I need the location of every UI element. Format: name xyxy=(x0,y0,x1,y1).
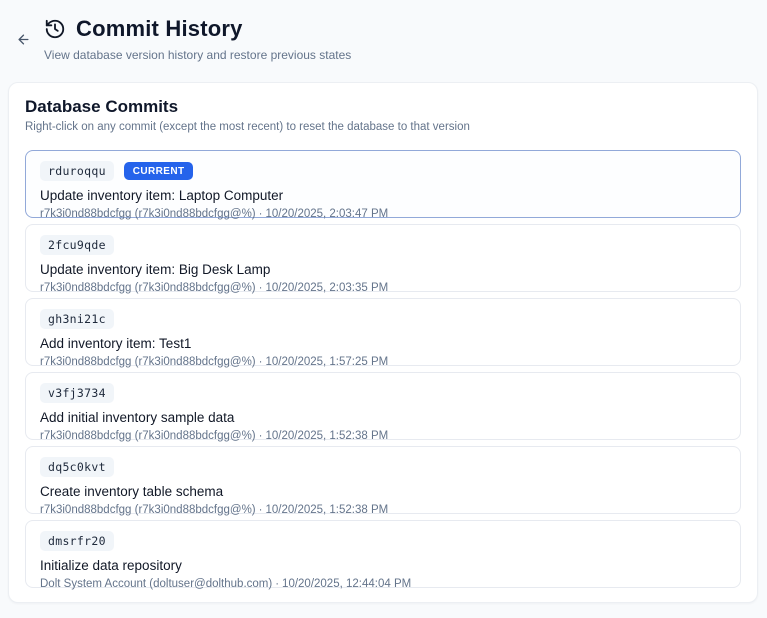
commit-author: r7k3i0nd88bdcfgg (r7k3i0nd88bdcfgg@%) xyxy=(40,208,256,220)
commit-hash: 2fcu9qde xyxy=(40,235,114,255)
commit-author: Dolt System Account (doltuser@dolthub.co… xyxy=(40,578,272,590)
database-commits-panel: Database Commits Right-click on any comm… xyxy=(8,82,758,603)
commit-hash: v3fj3734 xyxy=(40,383,114,403)
commit-timestamp: 10/20/2025, 2:03:35 PM xyxy=(265,282,388,294)
panel-description: Right-click on any commit (except the mo… xyxy=(25,121,741,133)
meta-separator: · xyxy=(259,356,263,368)
commit-timestamp: 10/20/2025, 2:03:47 PM xyxy=(265,208,388,220)
commit-author: r7k3i0nd88bdcfgg (r7k3i0nd88bdcfgg@%) xyxy=(40,430,256,442)
commit-hash-row: 2fcu9qde xyxy=(40,235,726,255)
commit-card-v3fj3734[interactable]: v3fj3734 Add initial inventory sample da… xyxy=(25,372,741,440)
history-clock-icon xyxy=(44,18,66,40)
commit-timestamp: 10/20/2025, 1:52:38 PM xyxy=(265,504,388,516)
meta-separator: · xyxy=(259,430,263,442)
arrow-left-icon xyxy=(16,32,31,47)
meta-separator: · xyxy=(259,504,263,516)
commit-meta: Dolt System Account (doltuser@dolthub.co… xyxy=(40,578,726,590)
commit-card-2fcu9qde[interactable]: 2fcu9qde Update inventory item: Big Desk… xyxy=(25,224,741,292)
page-header: Commit History View database version his… xyxy=(0,0,767,72)
commit-timestamp: 10/20/2025, 1:57:25 PM xyxy=(265,356,388,368)
current-badge: CURRENT xyxy=(124,162,194,180)
commit-author: r7k3i0nd88bdcfgg (r7k3i0nd88bdcfgg@%) xyxy=(40,282,256,294)
commit-hash: dmsrfr20 xyxy=(40,531,114,551)
commit-hash-row: dq5c0kvt xyxy=(40,457,726,477)
commit-card-dmsrfr20[interactable]: dmsrfr20 Initialize data repository Dolt… xyxy=(25,520,741,588)
commit-author: r7k3i0nd88bdcfgg (r7k3i0nd88bdcfgg@%) xyxy=(40,356,256,368)
commit-meta: r7k3i0nd88bdcfgg (r7k3i0nd88bdcfgg@%)·10… xyxy=(40,208,726,220)
meta-separator: · xyxy=(259,208,263,220)
commit-hash-row: v3fj3734 xyxy=(40,383,726,403)
commit-message: Update inventory item: Laptop Computer xyxy=(40,188,726,203)
meta-separator: · xyxy=(275,578,279,590)
back-button[interactable] xyxy=(12,28,34,50)
commit-timestamp: 10/20/2025, 1:52:38 PM xyxy=(265,430,388,442)
meta-separator: · xyxy=(259,282,263,294)
commit-meta: r7k3i0nd88bdcfgg (r7k3i0nd88bdcfgg@%)·10… xyxy=(40,504,726,516)
commit-meta: r7k3i0nd88bdcfgg (r7k3i0nd88bdcfgg@%)·10… xyxy=(40,282,726,294)
commit-timestamp: 10/20/2025, 12:44:04 PM xyxy=(282,578,411,590)
commit-hash-row: rduroqqu CURRENT xyxy=(40,161,726,181)
page-subtitle: View database version history and restor… xyxy=(44,48,751,62)
commit-hash: gh3ni21c xyxy=(40,309,114,329)
commit-message: Update inventory item: Big Desk Lamp xyxy=(40,262,726,277)
panel-title: Database Commits xyxy=(25,97,741,117)
commit-list: rduroqqu CURRENT Update inventory item: … xyxy=(25,150,741,588)
commit-author: r7k3i0nd88bdcfgg (r7k3i0nd88bdcfgg@%) xyxy=(40,504,256,516)
commit-card-gh3ni21c[interactable]: gh3ni21c Add inventory item: Test1 r7k3i… xyxy=(25,298,741,366)
commit-meta: r7k3i0nd88bdcfgg (r7k3i0nd88bdcfgg@%)·10… xyxy=(40,356,726,368)
commit-message: Initialize data repository xyxy=(40,558,726,573)
commit-hash-row: dmsrfr20 xyxy=(40,531,726,551)
page-title: Commit History xyxy=(76,16,243,42)
page-title-row: Commit History xyxy=(44,16,751,42)
commit-card-dq5c0kvt[interactable]: dq5c0kvt Create inventory table schema r… xyxy=(25,446,741,514)
commit-hash-row: gh3ni21c xyxy=(40,309,726,329)
commit-card-rduroqqu[interactable]: rduroqqu CURRENT Update inventory item: … xyxy=(25,150,741,218)
commit-hash: dq5c0kvt xyxy=(40,457,114,477)
commit-message: Add initial inventory sample data xyxy=(40,410,726,425)
commit-meta: r7k3i0nd88bdcfgg (r7k3i0nd88bdcfgg@%)·10… xyxy=(40,430,726,442)
commit-message: Create inventory table schema xyxy=(40,484,726,499)
commit-hash: rduroqqu xyxy=(40,161,114,181)
commit-message: Add inventory item: Test1 xyxy=(40,336,726,351)
